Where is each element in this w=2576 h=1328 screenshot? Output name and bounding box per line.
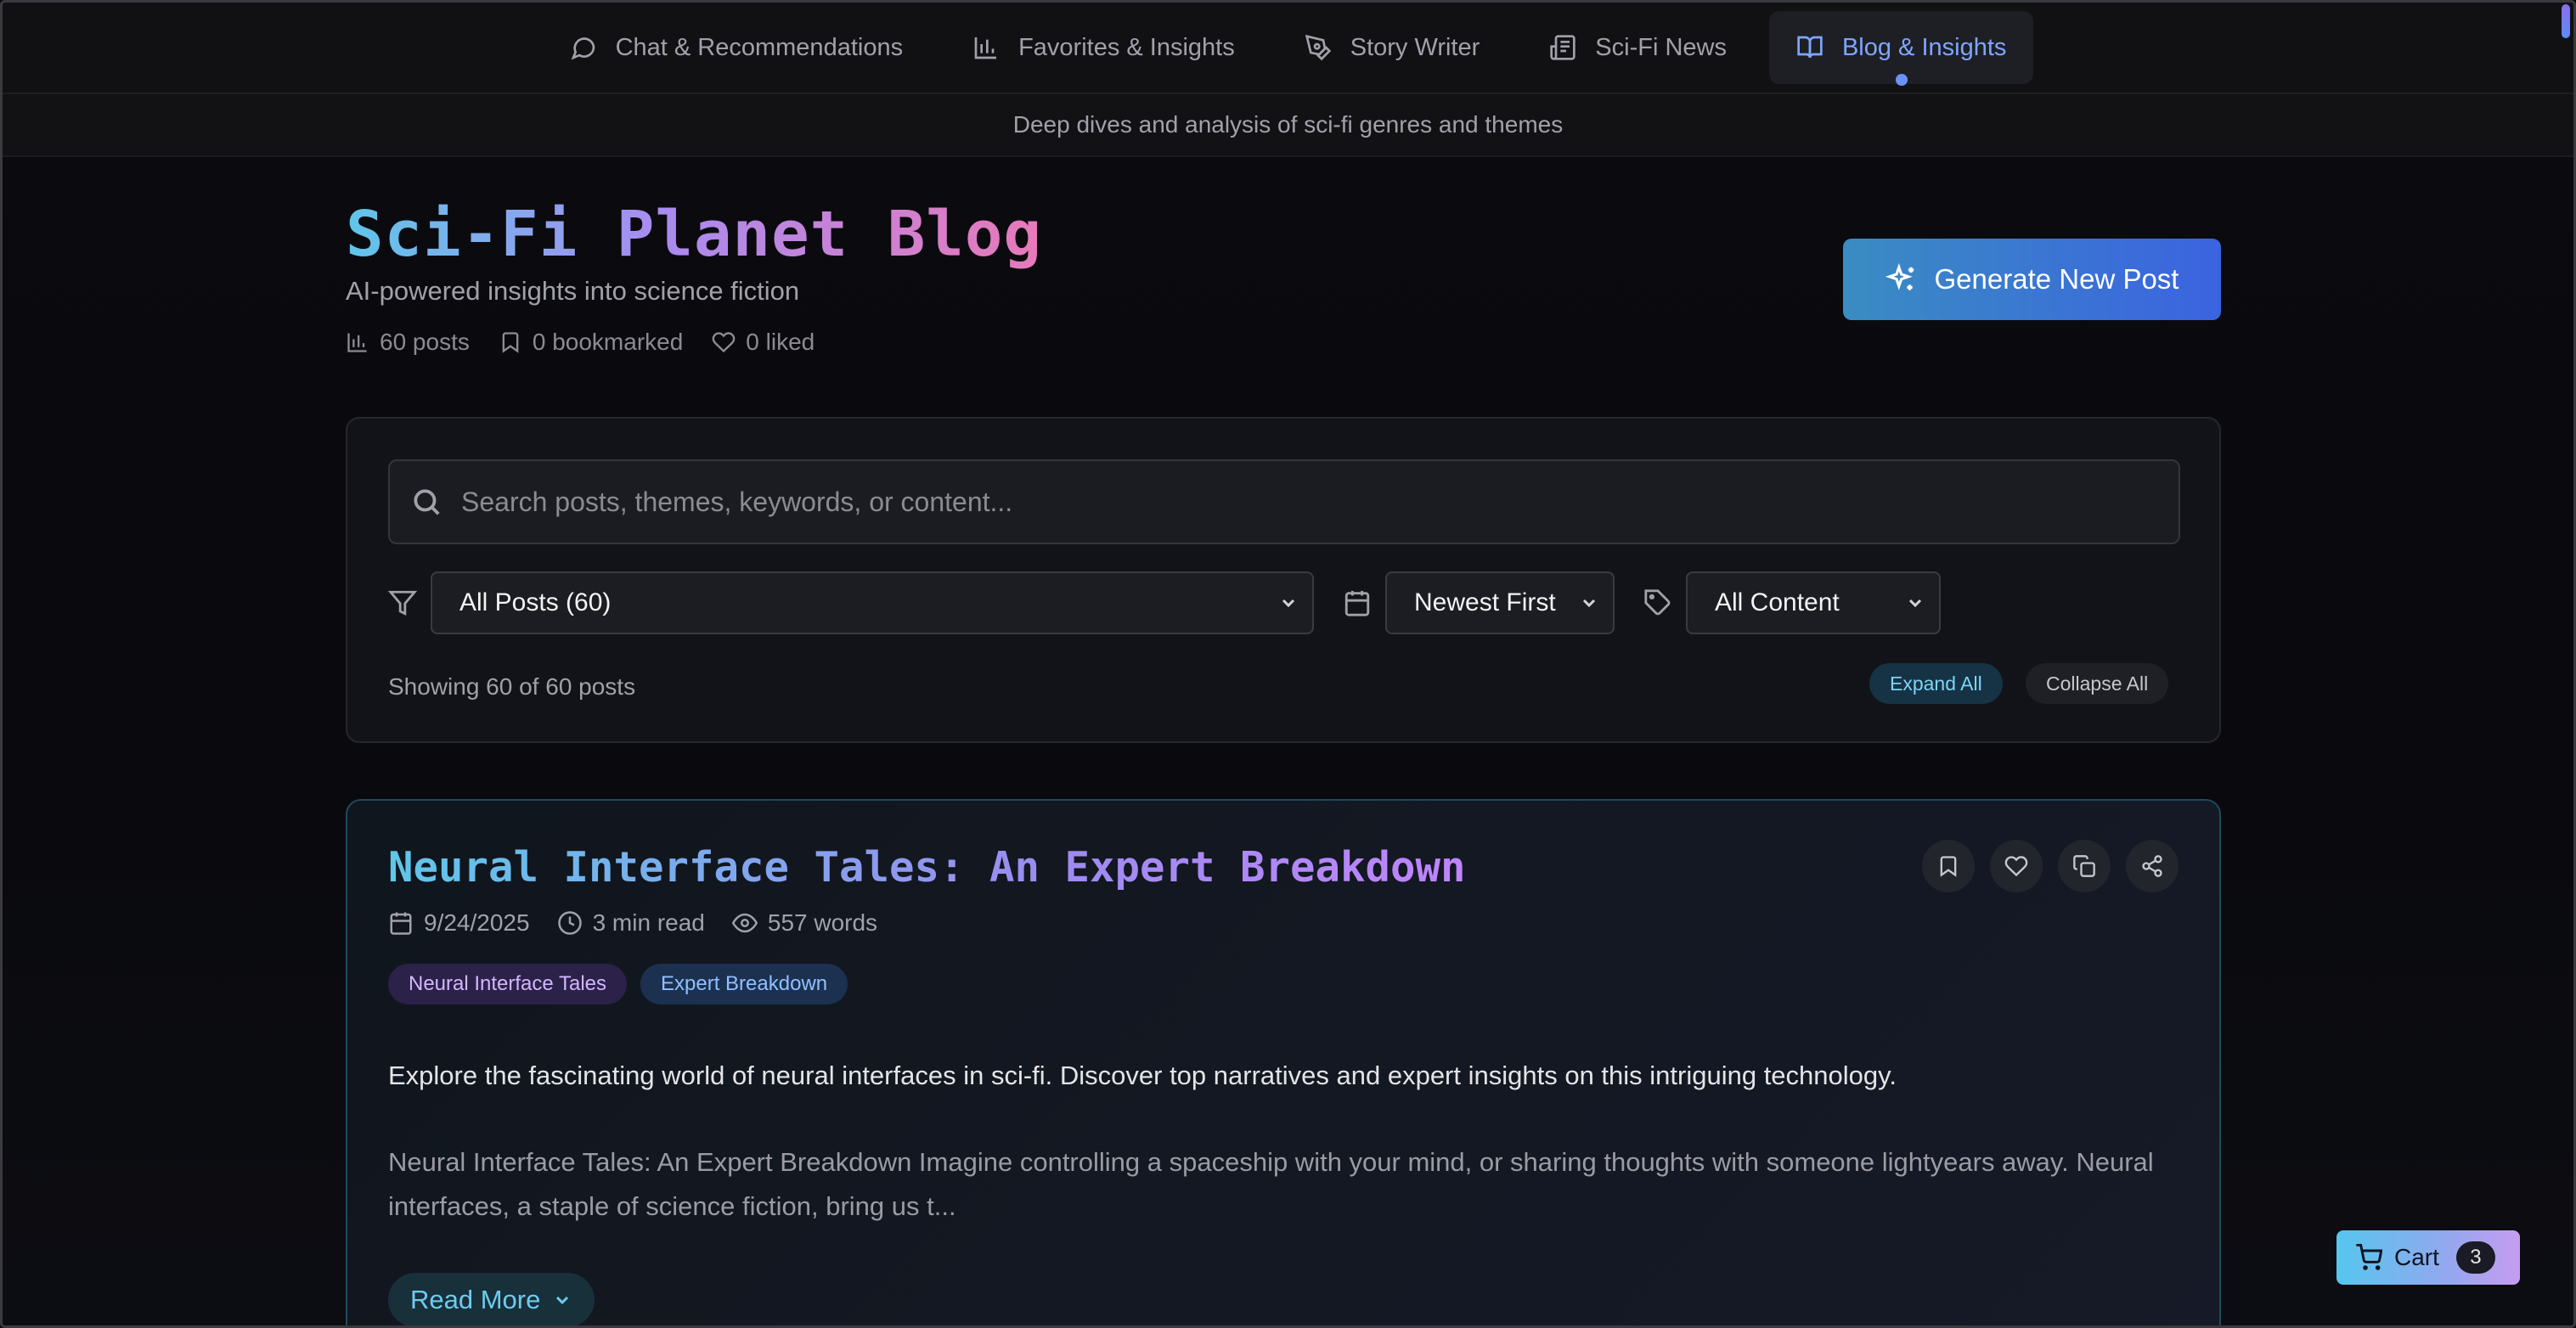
filter-row: All Posts (60) Newest First All Content bbox=[388, 571, 1941, 634]
post-word-count: 557 words bbox=[731, 909, 877, 937]
cart-label: Cart bbox=[2394, 1244, 2439, 1270]
collapse-all-button[interactable]: Collapse All bbox=[2026, 663, 2169, 704]
tab-description: Deep dives and analysis of sci-fi genres… bbox=[3, 94, 2573, 157]
post-card: Neural Interface Tales: An Expert Breakd… bbox=[346, 799, 2221, 1325]
tag-badge[interactable]: Expert Breakdown bbox=[640, 964, 848, 1004]
scrollbar-thumb[interactable] bbox=[2562, 4, 2570, 38]
calendar-icon bbox=[390, 912, 412, 935]
book-open-icon bbox=[1797, 36, 1823, 59]
calendar-icon bbox=[1343, 588, 1372, 617]
copy-icon bbox=[2073, 855, 2095, 877]
share-icon bbox=[2142, 855, 2162, 877]
sparkles-icon bbox=[1885, 263, 1914, 290]
post-read-time: 3 min read bbox=[557, 909, 705, 937]
blog-stats: 60 posts 0 bookmarked 0 liked bbox=[346, 329, 815, 356]
blog-header: Sci-Fi Planet Blog AI-powered insights i… bbox=[346, 157, 2221, 403]
chevron-down-icon bbox=[1908, 599, 1922, 608]
cart-count-badge: 3 bbox=[2455, 1241, 2495, 1274]
page-title: Sci-Fi Planet Blog bbox=[346, 198, 1042, 271]
pen-tool-icon bbox=[1305, 34, 1331, 61]
post-body-preview: Neural Interface Tales: An Expert Breakd… bbox=[388, 1147, 2154, 1221]
bookmark-button[interactable] bbox=[1922, 840, 1975, 892]
app-window: Chat & Recommendations Favorites & Insig… bbox=[0, 0, 2576, 1328]
tab-favorites-insights[interactable]: Favorites & Insights bbox=[945, 11, 1262, 84]
tab-sci-fi-news[interactable]: Sci-Fi News bbox=[1522, 11, 1754, 84]
cart-button[interactable]: Cart 3 bbox=[2336, 1230, 2520, 1285]
like-button[interactable] bbox=[1990, 840, 2043, 892]
liked-count: 0 liked bbox=[712, 329, 815, 356]
tab-label: Chat & Recommendations bbox=[615, 33, 904, 61]
tab-label: Favorites & Insights bbox=[1018, 33, 1235, 61]
tag-badge[interactable]: Neural Interface Tales bbox=[388, 964, 628, 1004]
tab-story-writer[interactable]: Story Writer bbox=[1277, 11, 1508, 84]
tag-icon bbox=[1643, 588, 1672, 617]
generate-new-post-button[interactable]: Generate New Post bbox=[1843, 239, 2221, 320]
sort-select[interactable]: Newest First bbox=[1385, 571, 1615, 634]
tab-label: Sci-Fi News bbox=[1595, 33, 1727, 61]
clock-icon bbox=[557, 911, 582, 935]
post-meta: 9/24/2025 3 min read 557 words bbox=[388, 909, 877, 937]
page-subtitle: AI-powered insights into science fiction bbox=[346, 276, 800, 306]
bar-chart-icon bbox=[347, 333, 367, 352]
bar-chart-icon bbox=[974, 37, 997, 59]
search-input[interactable] bbox=[461, 486, 2075, 518]
share-button[interactable] bbox=[2126, 840, 2179, 892]
tab-blog-insights[interactable]: Blog & Insights bbox=[1768, 11, 2034, 86]
heart-icon bbox=[713, 332, 736, 353]
chevron-down-icon bbox=[1582, 599, 1596, 608]
top-navigation: Chat & Recommendations Favorites & Insig… bbox=[3, 3, 2573, 94]
post-title[interactable]: Neural Interface Tales: An Expert Breakd… bbox=[388, 843, 1466, 892]
chevron-down-icon bbox=[1282, 599, 1295, 608]
bookmark-icon bbox=[1940, 856, 1957, 877]
bookmarked-count: 0 bookmarked bbox=[499, 329, 683, 356]
post-date: 9/24/2025 bbox=[388, 909, 530, 937]
tab-chat-recommendations[interactable]: Chat & Recommendations bbox=[543, 11, 931, 84]
posts-count: 60 posts bbox=[346, 329, 470, 356]
post-actions bbox=[1922, 840, 2179, 892]
search-box[interactable] bbox=[388, 459, 2180, 544]
tab-label: Blog & Insights bbox=[1841, 33, 2007, 61]
expand-all-button[interactable]: Expand All bbox=[1869, 663, 2003, 704]
search-icon bbox=[414, 489, 440, 515]
content-select[interactable]: All Content bbox=[1686, 571, 1941, 634]
read-more-button[interactable]: Read More bbox=[388, 1273, 595, 1325]
filter-panel: All Posts (60) Newest First All Content bbox=[346, 417, 2221, 743]
bookmark-icon bbox=[502, 332, 519, 353]
newspaper-icon bbox=[1550, 35, 1575, 60]
heart-icon bbox=[2004, 856, 2028, 877]
main-content: Sci-Fi Planet Blog AI-powered insights i… bbox=[346, 157, 2221, 1325]
filter-icon bbox=[388, 588, 417, 617]
results-count: Showing 60 of 60 posts bbox=[388, 673, 636, 700]
chevron-down-icon bbox=[556, 1296, 569, 1305]
copy-button[interactable] bbox=[2058, 840, 2111, 892]
tab-label: Story Writer bbox=[1350, 33, 1480, 61]
shopping-cart-icon bbox=[2356, 1244, 2382, 1270]
eye-icon bbox=[731, 913, 758, 933]
category-select[interactable]: All Posts (60) bbox=[431, 571, 1314, 634]
post-tags: Neural Interface Tales Expert Breakdown bbox=[388, 964, 848, 1004]
post-excerpt: Explore the fascinating world of neural … bbox=[388, 1061, 1897, 1090]
message-circle-icon bbox=[571, 37, 595, 60]
